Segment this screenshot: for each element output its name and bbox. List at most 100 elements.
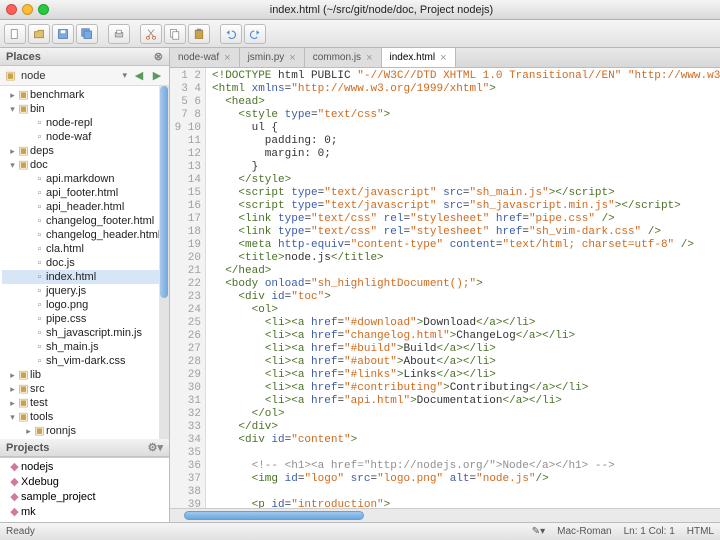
minimize-window-button[interactable] xyxy=(22,4,33,15)
tab-label: common.js xyxy=(313,52,361,63)
folder-icon: ▣ xyxy=(17,144,30,158)
tree-item[interactable]: ▫pipe.css xyxy=(2,312,169,326)
zoom-window-button[interactable] xyxy=(38,4,49,15)
tree-item[interactable]: ▸▣benchmark xyxy=(2,88,169,102)
tree-item[interactable]: ▫changelog_footer.html xyxy=(2,214,169,228)
status-position: Ln: 1 Col: 1 xyxy=(624,526,675,537)
project-item-label: Xdebug xyxy=(21,475,59,490)
tab-bar: node-waf×jsmin.py×common.js×index.html× xyxy=(170,48,720,68)
tree-item[interactable]: ▾▣tools xyxy=(2,410,169,424)
editor-pane: node-waf×jsmin.py×common.js×index.html× … xyxy=(170,48,720,522)
project-item[interactable]: ◆ mk xyxy=(2,505,169,520)
redo-button[interactable] xyxy=(244,24,266,44)
tree-item-label: test xyxy=(30,396,48,410)
copy-button[interactable] xyxy=(164,24,186,44)
tree-item[interactable]: ▸▣test xyxy=(2,396,169,410)
tree-item[interactable]: ▸▣lib xyxy=(2,368,169,382)
project-item-label: sample_project xyxy=(21,490,96,505)
tree-item[interactable]: ▫api_header.html xyxy=(2,200,169,214)
tree-item-label: index.html xyxy=(46,270,96,284)
tree-item[interactable]: ▫logo.png xyxy=(2,298,169,312)
tree-item[interactable]: ▸▣src xyxy=(2,382,169,396)
project-item[interactable]: ◆ nodejs xyxy=(2,460,169,475)
gear-icon[interactable]: ⚙▾ xyxy=(148,441,163,454)
disclosure-icon[interactable]: ▾ xyxy=(8,102,17,116)
disclosure-icon[interactable]: ▸ xyxy=(24,424,33,438)
editor-tab[interactable]: common.js × xyxy=(305,48,382,67)
folder-icon: ▣ xyxy=(17,368,30,382)
tree-item[interactable]: ▫changelog_header.html xyxy=(2,228,169,242)
disclosure-icon[interactable]: ▸ xyxy=(8,382,17,396)
file-icon: ▫ xyxy=(33,130,46,144)
tree-item-label: ronnjs xyxy=(46,424,76,438)
disclosure-icon[interactable]: ▸ xyxy=(8,88,17,102)
status-encoding[interactable]: Mac-Roman xyxy=(557,526,611,537)
tree-item[interactable]: ▫cla.html xyxy=(2,242,169,256)
status-language[interactable]: HTML xyxy=(687,526,714,537)
save-button[interactable] xyxy=(52,24,74,44)
editor-hscroll[interactable] xyxy=(170,508,720,522)
save-all-button[interactable] xyxy=(76,24,98,44)
editor-tab[interactable]: jsmin.py× xyxy=(240,48,305,67)
tree-item[interactable]: ▾▣bin xyxy=(2,102,169,116)
tree-item-label: changelog_footer.html xyxy=(46,214,154,228)
tree-item[interactable]: ▫node-waf xyxy=(2,130,169,144)
file-icon: ▫ xyxy=(33,326,46,340)
tree-item[interactable]: ▫doc.js xyxy=(2,256,169,270)
undo-button[interactable] xyxy=(220,24,242,44)
editor-tab[interactable]: node-waf× xyxy=(170,48,240,67)
tree-item[interactable]: ▫index.html xyxy=(2,270,169,284)
nav-forward-button[interactable]: ▶ xyxy=(149,68,165,84)
tab-close-icon[interactable]: × xyxy=(366,52,372,64)
close-window-button[interactable] xyxy=(6,4,17,15)
disclosure-icon[interactable]: ▸ xyxy=(8,144,17,158)
tree-item-label: cla.html xyxy=(46,242,84,256)
open-button[interactable] xyxy=(28,24,50,44)
tree-item[interactable]: ▫jquery.js xyxy=(2,284,169,298)
tree-item[interactable]: ▫api.markdown xyxy=(2,172,169,186)
tree-item[interactable]: ▸▣deps xyxy=(2,144,169,158)
folder-icon: ▣ xyxy=(33,424,46,438)
tree-item[interactable]: ▫node-repl xyxy=(2,116,169,130)
tree-item-label: benchmark xyxy=(30,88,84,102)
projects-tree[interactable]: ◆ nodejs◆ Xdebug◆ sample_project◆ mk xyxy=(0,457,169,522)
tab-close-icon[interactable]: × xyxy=(289,52,295,64)
tree-item[interactable]: ▾▣doc xyxy=(2,158,169,172)
editor-tab[interactable]: index.html× xyxy=(382,48,456,67)
file-icon: ▫ xyxy=(33,116,46,130)
tree-item-label: bin xyxy=(30,102,45,116)
file-tree[interactable]: ▸▣benchmark▾▣bin▫node-repl▫node-waf▸▣dep… xyxy=(0,86,169,439)
file-icon: ▫ xyxy=(33,256,46,270)
tree-item-label: sh_javascript.min.js xyxy=(46,326,142,340)
new-file-button[interactable] xyxy=(4,24,26,44)
places-selector[interactable]: ▣ node ▾ ◀ ▶ xyxy=(0,66,169,86)
tree-item-label: sh_main.js xyxy=(46,340,99,354)
tree-scrollbar[interactable] xyxy=(159,86,169,439)
tab-close-icon[interactable]: × xyxy=(440,52,446,64)
places-header: Places ⊗ xyxy=(0,48,169,66)
project-item[interactable]: ◆ Xdebug xyxy=(2,475,169,490)
project-item[interactable]: ◆ sample_project xyxy=(2,490,169,505)
paste-button[interactable] xyxy=(188,24,210,44)
disclosure-icon[interactable]: ▾ xyxy=(8,158,17,172)
cut-button[interactable] xyxy=(140,24,162,44)
print-button[interactable] xyxy=(108,24,130,44)
disclosure-icon[interactable]: ▸ xyxy=(8,368,17,382)
tree-item[interactable]: ▫sh_main.js xyxy=(2,340,169,354)
status-mode-icon[interactable]: ✎▾ xyxy=(532,526,545,537)
tree-item[interactable]: ▫sh_vim-dark.css xyxy=(2,354,169,368)
file-icon: ▫ xyxy=(33,298,46,312)
folder-icon: ▣ xyxy=(17,88,30,102)
file-icon: ▫ xyxy=(33,186,46,200)
folder-icon: ▣ xyxy=(17,396,30,410)
disclosure-icon[interactable]: ▸ xyxy=(8,396,17,410)
places-close-icon[interactable]: ⊗ xyxy=(154,50,163,63)
disclosure-icon[interactable]: ▾ xyxy=(8,410,17,424)
tree-item[interactable]: ▫api_footer.html xyxy=(2,186,169,200)
file-icon: ▫ xyxy=(33,172,46,186)
tree-item[interactable]: ▫sh_javascript.min.js xyxy=(2,326,169,340)
tree-item[interactable]: ▸▣ronnjs xyxy=(2,424,169,438)
nav-back-button[interactable]: ◀ xyxy=(131,68,147,84)
code-area[interactable]: <!DOCTYPE html PUBLIC "-//W3C//DTD XHTML… xyxy=(206,68,720,508)
tab-close-icon[interactable]: × xyxy=(224,52,230,64)
